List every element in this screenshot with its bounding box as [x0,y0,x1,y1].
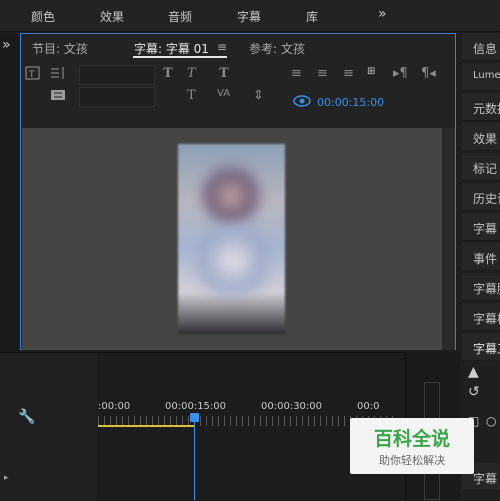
align-right-icon[interactable]: ≡ [343,66,354,81]
work-area-bar[interactable] [98,425,194,427]
top-menu-bar: 颜色 效果 音频 字幕 库 » [0,0,500,32]
video-frame [178,144,285,334]
eye-icon[interactable] [293,95,311,111]
kerning-icon[interactable]: VA [217,88,230,99]
panel-caption-3[interactable]: 字幕腿 [462,273,500,301]
font-style-select[interactable] [79,87,155,107]
panel-captions[interactable]: 字幕 [462,213,500,241]
blurred-subject [200,162,262,224]
align-paragraph-left-icon[interactable]: ▸¶ [393,66,408,81]
tab-reference[interactable]: 参考: 文孩 [249,40,305,57]
caption-editor-panel: 节目: 文孩 字幕: 字幕 01 ≡ 参考: 文孩 T T T T T VA ⇕… [20,33,456,350]
menu-library[interactable]: 库 [306,8,318,25]
more-workspaces-button[interactable]: » [378,6,387,22]
line-spacing-icon[interactable] [49,66,67,84]
panel-caption-tools[interactable]: 字幕工 [462,333,500,361]
panel-effects[interactable]: 效果 [462,123,500,151]
timecode-tick-2: 00:00:30:00 [261,401,323,412]
expand-icon[interactable]: » [2,37,11,53]
watermark-logo: 百科全说 助你轻松解决 [350,418,474,474]
watermark-subtitle: 助你轻松解决 [379,454,445,467]
timecode-tick-1: 00:00:15:00 [165,401,227,412]
panel-events[interactable]: 事件 [462,243,500,271]
menu-effects[interactable]: 效果 [100,8,124,25]
preview-scrollbar[interactable] [442,128,455,350]
panel-menu-icon[interactable]: ≡ [217,40,227,54]
underline-icon[interactable]: T [187,88,196,103]
timecode-tick-0: :00:00 [98,401,131,412]
font-size-icon[interactable]: T [219,66,229,81]
panel-history[interactable]: 历史记 [462,183,500,211]
text-box-icon[interactable]: T [25,66,40,84]
tab-program[interactable]: 节目: 文孩 [32,40,88,57]
caption-toolbar: T T T T T VA ⇕ ≡ ≡ ≡ ⊞ ▸¶ ¶◂ 00:00:15:00 [21,62,455,122]
wrench-icon[interactable]: 🔧 [18,409,35,425]
align-center-icon[interactable]: ≡ [317,66,328,81]
panel-caption-styles[interactable]: 字幕样 [462,303,500,331]
tab-caption[interactable]: 字幕: 字幕 01 [134,40,209,57]
caption-timecode[interactable]: 00:00:15:00 [317,96,384,109]
bold-icon[interactable]: T [163,66,173,81]
track-expand-icon[interactable]: ▸ [4,473,9,483]
tab-stops-icon[interactable]: ⊞ [367,66,375,77]
caption-style-icon[interactable] [49,88,67,106]
watermark-title: 百科全说 [373,428,450,450]
svg-text:T: T [28,70,35,80]
timecode-tick-3: 00:0 [357,401,380,412]
selection-tool-icon[interactable]: ▲ [468,364,479,380]
panel-markers[interactable]: 标记 [462,153,500,181]
blurred-clothing [196,226,270,296]
active-tab-indicator [133,56,227,58]
ellipse-tool-icon[interactable]: ○ [486,414,496,428]
align-paragraph-right-icon[interactable]: ¶◂ [421,66,436,81]
track-headers: 🔧 ▸ [0,353,97,501]
font-family-select[interactable] [79,65,155,85]
menu-audio[interactable]: 音频 [168,8,192,25]
playhead-line [194,418,195,500]
panel-info[interactable]: 信息 [462,33,500,61]
timeline-panel: 🔧 ▸ :00:00 00:00:15:00 00:00:30:00 00:0 [0,352,405,501]
panel-lumetri[interactable]: Lumeb [462,63,500,91]
italic-icon[interactable]: T [187,66,196,81]
menu-captions[interactable]: 字幕 [237,8,261,25]
rotate-tool-icon[interactable]: ↺ [468,384,480,400]
left-panel-strip: » [0,33,18,353]
playhead-handle[interactable] [190,413,199,422]
panel-metadata[interactable]: 元数据 [462,93,500,121]
menu-color[interactable]: 颜色 [31,8,55,25]
video-preview-area [22,128,442,350]
leading-icon[interactable]: ⇕ [253,88,264,103]
align-left-icon[interactable]: ≡ [291,66,302,81]
